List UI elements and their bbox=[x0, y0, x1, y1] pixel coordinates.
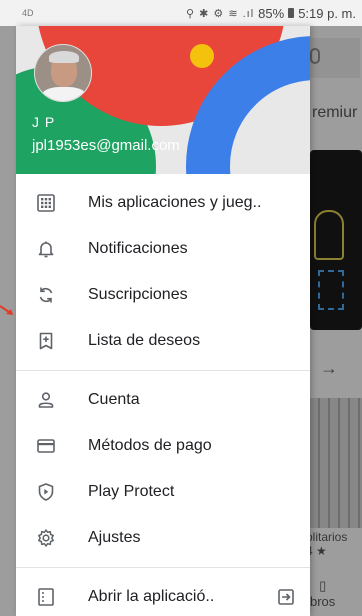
avatar-shirt bbox=[41, 87, 87, 101]
refresh-icon bbox=[34, 283, 58, 307]
bookmark-plus-icon bbox=[34, 329, 58, 353]
avatar[interactable] bbox=[34, 44, 92, 102]
menu-item-account[interactable]: Cuenta bbox=[16, 377, 310, 423]
menu-item-label: Lista de deseos bbox=[88, 332, 201, 349]
status-bar: 4D ⚲ ✱ ⚙ ≋ .ıl 85% 5:19 p. m. bbox=[0, 0, 362, 26]
menu-item-subscriptions[interactable]: Suscripciones bbox=[16, 272, 310, 318]
menu-item-wishlist[interactable]: Lista de deseos bbox=[16, 318, 310, 364]
user-email: jpl1953es@gmail.com bbox=[32, 137, 180, 154]
menu-group-extra: Abrir la aplicació.. bbox=[16, 574, 310, 616]
status-left-indicator: 4D bbox=[22, 8, 34, 18]
menu-group-account: Cuenta Métodos de pago Play Protect Ajus… bbox=[16, 377, 310, 561]
menu-item-label: Abrir la aplicació.. bbox=[88, 588, 215, 605]
user-name: J P bbox=[32, 114, 56, 130]
shield-icon bbox=[34, 480, 58, 504]
exit-to-app-icon bbox=[276, 587, 296, 607]
credit-card-icon bbox=[34, 434, 58, 458]
avatar-hair bbox=[49, 51, 79, 63]
header-decoration bbox=[190, 44, 214, 68]
open-app-icon bbox=[34, 585, 58, 609]
menu-item-settings[interactable]: Ajustes bbox=[16, 515, 310, 561]
battery-icon bbox=[288, 8, 295, 18]
apps-grid-icon bbox=[34, 191, 58, 215]
menu-item-label: Mis aplicaciones y jueg.. bbox=[88, 194, 262, 211]
menu-item-open-app[interactable]: Abrir la aplicació.. bbox=[16, 574, 310, 616]
menu-item-label: Notificaciones bbox=[88, 240, 188, 257]
menu-item-label: Cuenta bbox=[88, 391, 140, 408]
menu-item-label: Ajustes bbox=[88, 529, 141, 546]
status-right-group: ⚲ ✱ ⚙ ≋ .ıl 85% 5:19 p. m. bbox=[186, 6, 356, 21]
menu-item-my-apps[interactable]: Mis aplicaciones y jueg.. bbox=[16, 180, 310, 226]
navigation-drawer: J P jpl1953es@gmail.com Mis aplicaciones… bbox=[16, 26, 310, 616]
status-icons: ⚲ ✱ ⚙ ≋ .ıl bbox=[186, 7, 255, 20]
bell-icon bbox=[34, 237, 58, 261]
menu-item-notifications[interactable]: Notificaciones bbox=[16, 226, 310, 272]
red-annotation-arrow bbox=[0, 305, 13, 315]
clock: 5:19 p. m. bbox=[298, 5, 356, 21]
menu-item-payment-methods[interactable]: Métodos de pago bbox=[16, 423, 310, 469]
battery-percent: 85% bbox=[258, 5, 285, 21]
menu-item-label: Métodos de pago bbox=[88, 437, 212, 454]
menu-item-label: Play Protect bbox=[88, 483, 175, 500]
person-icon bbox=[34, 388, 58, 412]
menu-item-play-protect[interactable]: Play Protect bbox=[16, 469, 310, 515]
menu-divider bbox=[16, 370, 310, 371]
menu-divider bbox=[16, 567, 310, 568]
account-header[interactable]: J P jpl1953es@gmail.com bbox=[16, 26, 310, 174]
menu-item-label: Suscripciones bbox=[88, 286, 188, 303]
menu-group-primary: Mis aplicaciones y jueg.. Notificaciones… bbox=[16, 174, 310, 364]
gear-icon bbox=[34, 526, 58, 550]
